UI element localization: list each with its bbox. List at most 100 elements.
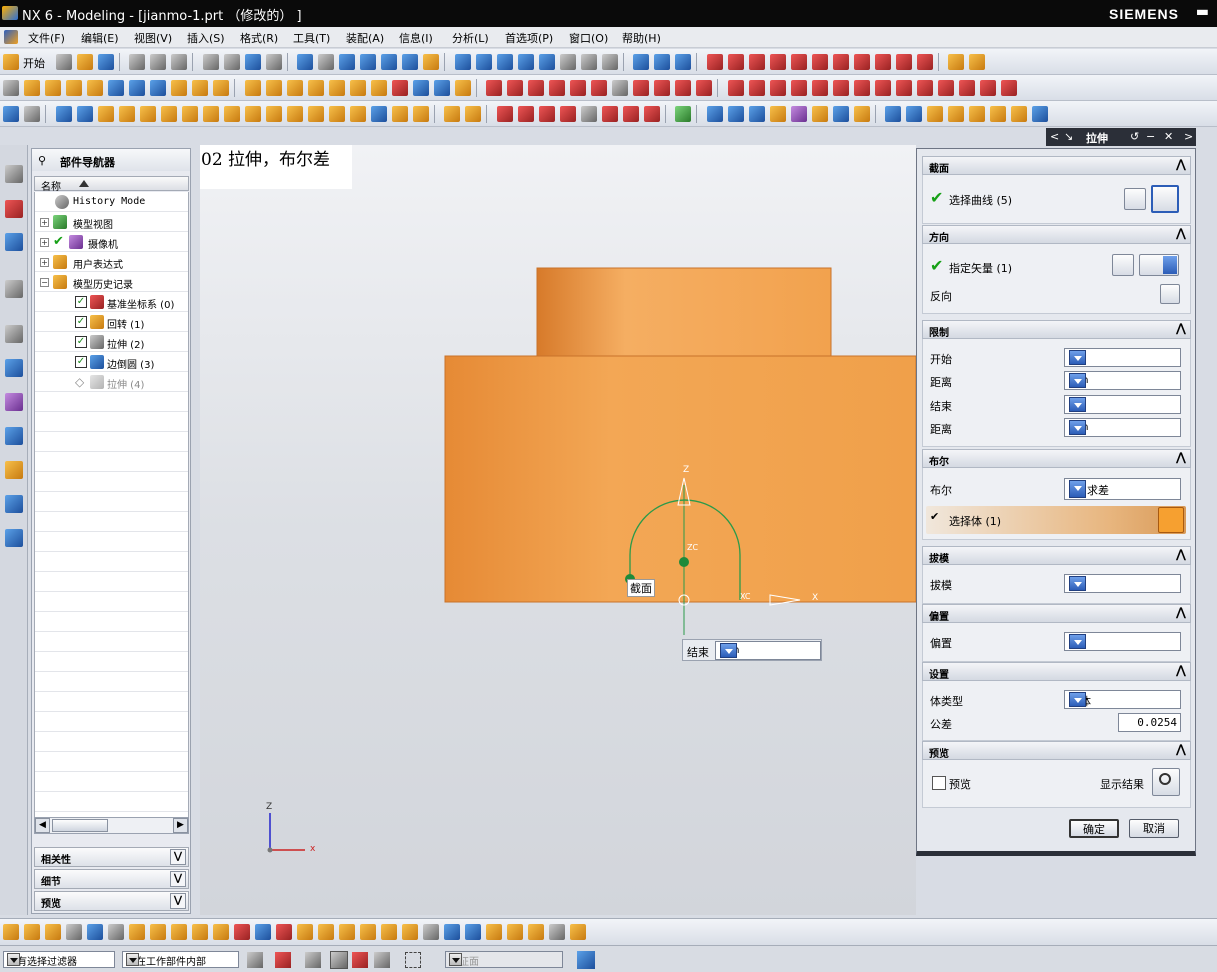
curve-rule-icon[interactable] <box>234 924 250 940</box>
edit-object-display-icon[interactable] <box>580 106 597 122</box>
styled-blend-icon[interactable] <box>927 106 943 122</box>
rotate-icon[interactable] <box>381 54 397 70</box>
start-type-select[interactable]: 值 <box>1064 348 1181 367</box>
body-type-select[interactable]: 实体 <box>1064 690 1181 709</box>
feature-faces-icon[interactable] <box>339 924 355 940</box>
trim-curve-icon[interactable] <box>895 80 912 96</box>
hole-icon[interactable] <box>192 80 208 96</box>
menu-format[interactable]: 格式(R) <box>240 30 278 46</box>
ellipse-icon[interactable] <box>727 80 744 96</box>
tree-row[interactable]: + 模型视图 <box>35 212 188 232</box>
transform-icon[interactable] <box>601 106 618 122</box>
frame-icon[interactable] <box>601 54 618 70</box>
patch-icon[interactable] <box>969 106 985 122</box>
snap-existing-icon[interactable] <box>853 54 870 70</box>
bridge-curve-icon[interactable] <box>769 80 786 96</box>
forward-arrow-icon[interactable]: > <box>1184 130 1193 143</box>
view-front-icon[interactable] <box>475 54 492 70</box>
pan-icon[interactable] <box>402 54 418 70</box>
horizontal-scrollbar[interactable]: ◀ ▶ <box>34 817 189 834</box>
face-rule-icon[interactable] <box>297 924 313 940</box>
paste-icon[interactable] <box>171 54 187 70</box>
blank-icon[interactable] <box>517 106 534 122</box>
intersection-curve-icon[interactable] <box>811 80 828 96</box>
datum-plane-icon[interactable] <box>55 106 72 122</box>
model-canvas[interactable] <box>200 145 916 915</box>
text-icon[interactable] <box>612 80 628 96</box>
snap-on-curve-icon[interactable] <box>874 54 891 70</box>
edit-feature-icon[interactable] <box>97 106 114 122</box>
conic-icon[interactable] <box>570 80 586 96</box>
offset-face-icon[interactable] <box>444 106 460 122</box>
sketch-curves-icon[interactable] <box>507 924 523 940</box>
select-sketch-icon[interactable] <box>129 924 145 940</box>
process-studio-icon[interactable] <box>5 427 23 445</box>
invert-blank-icon[interactable] <box>559 106 576 122</box>
select-curve-row[interactable]: ✔ 选择曲线 (5) <box>923 188 1190 210</box>
sphere-icon[interactable] <box>171 80 187 96</box>
dropdown-arrow-icon[interactable] <box>1069 397 1086 412</box>
boolean-select[interactable]: 求差 <box>1064 478 1181 500</box>
extrude-icon[interactable] <box>24 80 40 96</box>
snap-on-face-icon[interactable] <box>895 54 912 70</box>
menu-view[interactable]: 视图(V) <box>134 30 172 46</box>
select-curve-tool-icon[interactable] <box>108 924 124 940</box>
sketch-section-icon[interactable] <box>1124 188 1146 210</box>
feature-checkbox[interactable]: ✓ <box>75 296 87 308</box>
update-icon[interactable] <box>328 106 345 122</box>
cone-icon[interactable] <box>150 80 166 96</box>
sweep-icon[interactable] <box>66 80 82 96</box>
stop-at-intersection-icon[interactable] <box>423 924 439 940</box>
snap-control-icon[interactable] <box>769 54 786 70</box>
remove-parameters-icon[interactable] <box>265 106 282 122</box>
suppress-feature-icon[interactable] <box>223 106 240 122</box>
wcs-icon[interactable] <box>633 54 649 70</box>
delete-face-icon[interactable] <box>412 106 429 122</box>
offset-curve-icon[interactable] <box>748 80 765 96</box>
reorder-feature-icon[interactable] <box>181 106 198 122</box>
close-icon[interactable]: ✕ <box>1164 130 1173 143</box>
history-icon[interactable] <box>5 325 23 343</box>
region-faces-icon[interactable] <box>360 924 376 940</box>
tree-row[interactable]: + ✔ 摄像机 <box>35 232 188 252</box>
collapse-icon[interactable]: − <box>1146 130 1155 143</box>
feature-checkbox[interactable]: ✓ <box>75 336 87 348</box>
snap-point-icon[interactable] <box>706 54 723 70</box>
end-distance-input[interactable]: 40mm <box>1064 418 1181 437</box>
select-solid-icon[interactable] <box>192 924 208 940</box>
arc-icon[interactable] <box>507 80 523 96</box>
menu-info[interactable]: 信息(I) <box>399 30 433 46</box>
menu-tools[interactable]: 工具(T) <box>293 30 330 46</box>
dropdown-arrow-icon[interactable] <box>7 953 20 966</box>
new-part-icon[interactable] <box>24 106 40 122</box>
feature-curves-icon[interactable] <box>486 924 502 940</box>
analysis-icon[interactable] <box>675 106 691 122</box>
reuse-library-icon[interactable] <box>5 359 23 377</box>
scope-select[interactable]: 仅在工作部件内部 <box>122 951 239 968</box>
roles-icon[interactable] <box>5 461 23 479</box>
group-header[interactable]: 截面 ⋀ <box>922 156 1191 175</box>
project-curve-icon[interactable] <box>790 80 807 96</box>
undo-icon[interactable] <box>202 54 219 70</box>
tree-row[interactable]: ✓ 回转 (1) <box>35 312 188 332</box>
open-file-icon[interactable] <box>76 54 93 70</box>
expand-icon[interactable]: + <box>40 238 49 247</box>
adjacent-faces-icon[interactable] <box>402 924 418 940</box>
section-curve-icon[interactable] <box>832 80 849 96</box>
datum-axis-icon[interactable] <box>76 106 93 122</box>
subtract-icon[interactable] <box>265 80 282 96</box>
wcs-rotate-icon[interactable] <box>675 54 691 70</box>
fillet-curve-icon[interactable] <box>654 80 670 96</box>
graphics-window[interactable]: Z ZC XC X 截面 结束 40 mm Z x <box>200 145 916 915</box>
dropdown-arrow-icon[interactable] <box>1069 373 1086 388</box>
perspective-icon[interactable] <box>423 54 439 70</box>
select-body-icon[interactable] <box>1158 507 1184 533</box>
redo-icon[interactable] <box>223 54 240 70</box>
dropdown-arrow-icon[interactable] <box>1069 634 1086 649</box>
trimmed-sheet-icon[interactable] <box>853 106 870 122</box>
reset-filter-icon[interactable] <box>305 952 321 968</box>
intent-select[interactable]: 特征面 <box>445 951 563 968</box>
system-scenes-icon[interactable] <box>5 495 23 513</box>
feature-checkbox[interactable]: ✓ <box>75 316 87 328</box>
dropdown-arrow-icon[interactable] <box>449 953 462 966</box>
